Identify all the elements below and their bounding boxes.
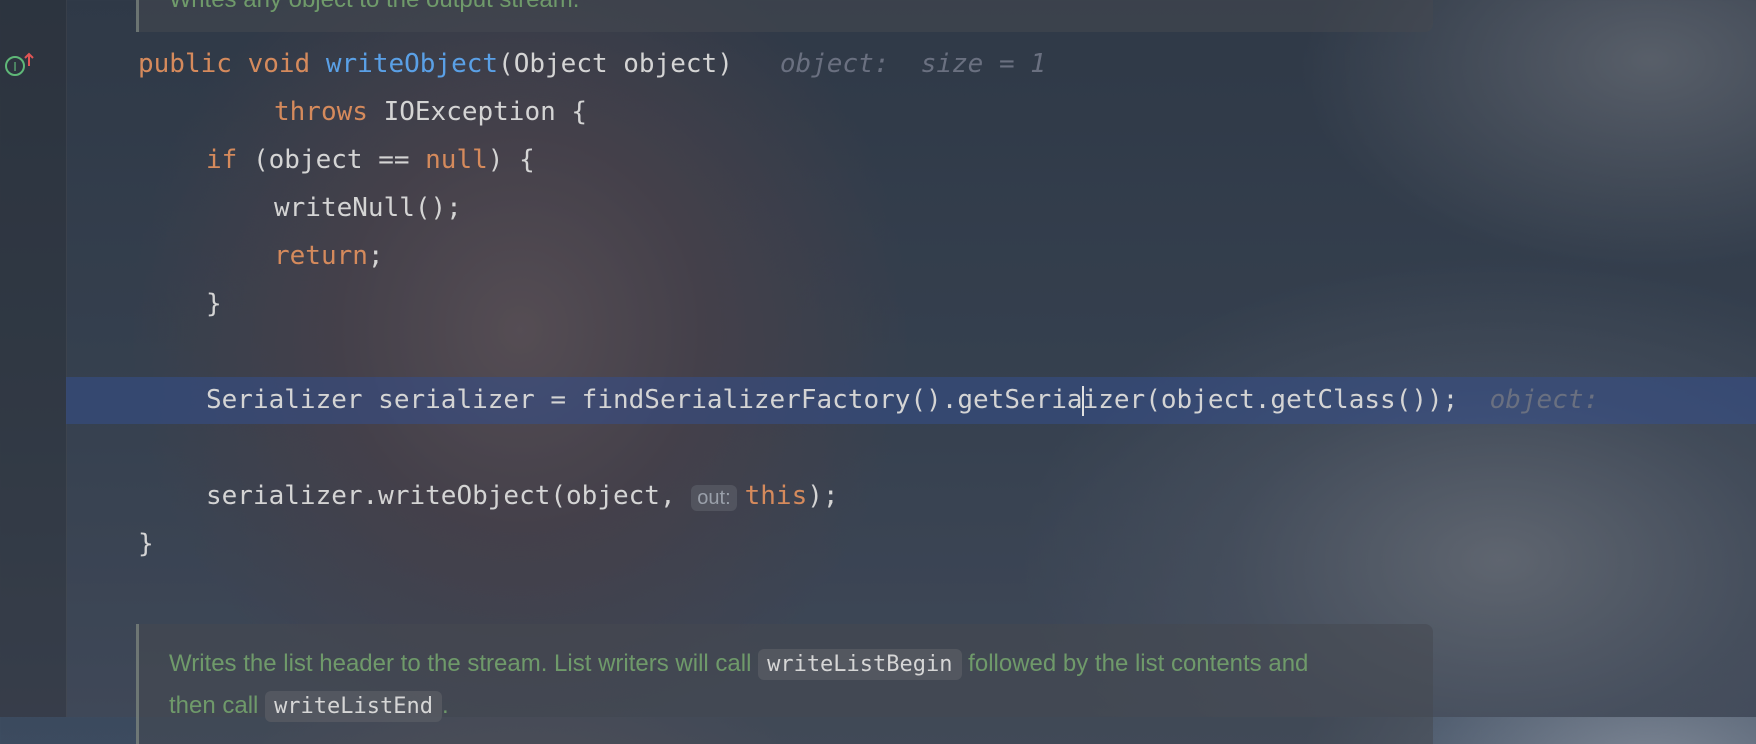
code-line-9[interactable]: } — [138, 520, 154, 568]
method-name: writeObject — [325, 49, 499, 79]
code-line-3[interactable]: if (object == null) { — [206, 136, 535, 184]
javadoc-line-1: Writes the list header to the stream. Li… — [169, 649, 1308, 680]
code-line-6[interactable]: } — [206, 280, 222, 328]
javadoc-block-top: Writes any object to the output stream. — [136, 0, 1433, 32]
code-reference[interactable]: writeListEnd — [265, 691, 443, 722]
debug-hint: object: — [1489, 385, 1600, 415]
javadoc-line-2: then call writeListEnd. — [169, 691, 449, 722]
code-line-4[interactable]: writeNull(); — [274, 184, 462, 232]
code-line-5[interactable]: return; — [274, 232, 384, 280]
svg-text:I: I — [13, 60, 17, 74]
editor-gutter — [0, 0, 67, 717]
parameter-hint: out: — [691, 485, 737, 511]
code-line-8[interactable]: serializer.writeObject(object, out: this)… — [206, 472, 839, 520]
code-line-1[interactable]: public void writeObject(Object object) o… — [138, 40, 1046, 88]
code-line-2[interactable]: throws IOException { — [274, 88, 587, 136]
implements-method-icon[interactable]: I — [2, 52, 46, 80]
code-reference[interactable]: writeListBegin — [758, 649, 962, 680]
javadoc-text: Writes any object to the output stream. — [169, 0, 579, 14]
code-line-7[interactable]: Serializer serializer = findSerializerFa… — [206, 376, 1599, 424]
debug-hint: object: size = 1 — [779, 49, 1046, 79]
background-veil — [0, 0, 1756, 717]
javadoc-block-bottom: Writes the list header to the stream. Li… — [136, 624, 1433, 744]
